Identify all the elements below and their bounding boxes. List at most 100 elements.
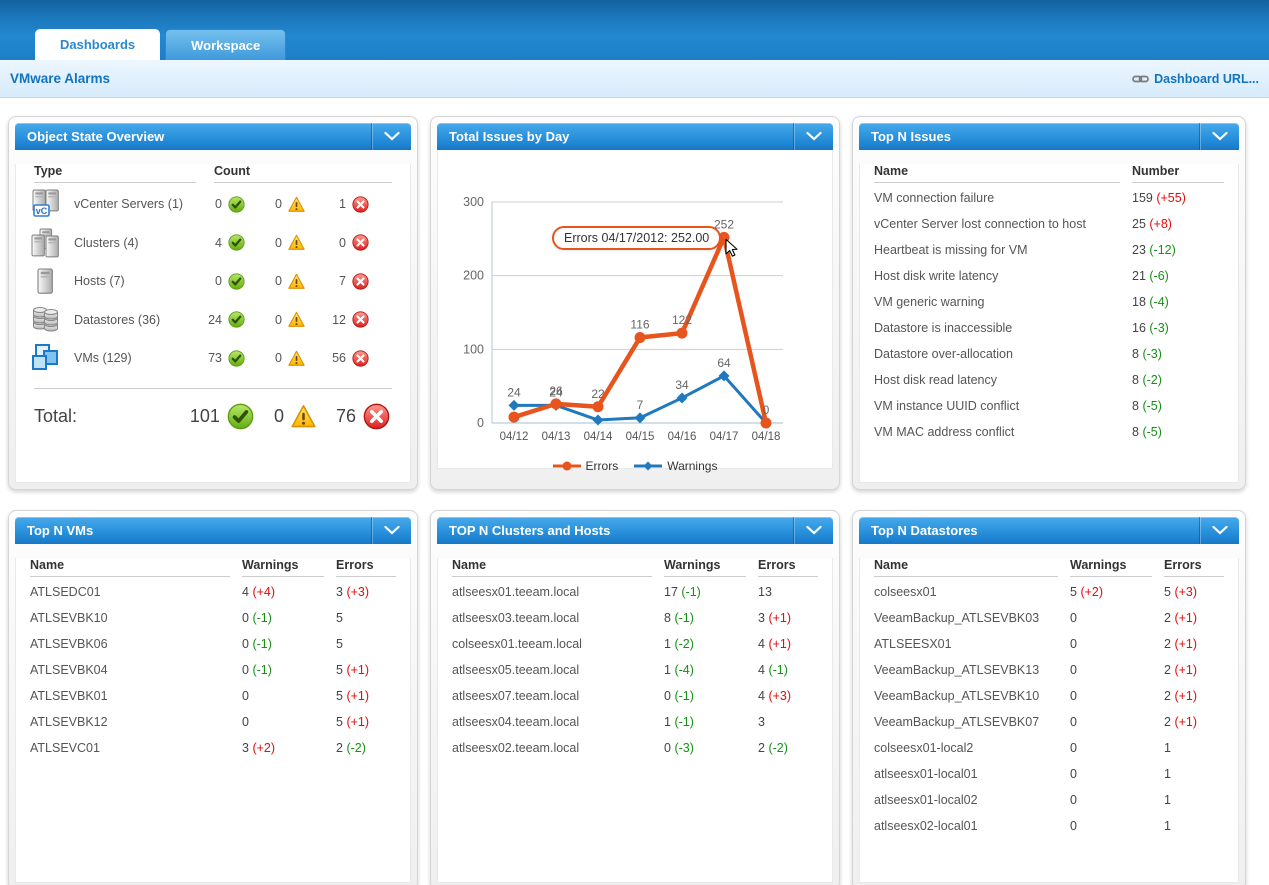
ok-status-icon xyxy=(227,403,254,429)
table-row: ATLSEVBK10 0 (-1) 5 xyxy=(30,605,396,631)
object-name: atlseesx02-local01 xyxy=(874,819,978,833)
column-header-errors: Errors xyxy=(1164,558,1224,577)
issues-chart: 0 100 200 300 04/12 04/13 04/14 04/15 04/16 04/17… xyxy=(452,150,818,473)
table-row: VMs (129) 73 0 56 xyxy=(30,339,396,378)
total-counts: 101 0 76 xyxy=(190,403,390,430)
issue-number: 8 (-5) xyxy=(1132,425,1162,439)
app-header: Dashboards Workspace xyxy=(0,0,1269,60)
column-header-errors: Errors xyxy=(758,558,818,577)
svg-text:300: 300 xyxy=(463,195,484,209)
errors-value: 2 (+1) xyxy=(1164,611,1198,625)
table-row: VeeamBackup_ATLSEVBK03 0 2 (+1) xyxy=(874,605,1224,631)
chevron-down-icon xyxy=(383,132,400,141)
panel-collapse-button[interactable] xyxy=(371,123,411,150)
legend-item-warnings: Warnings xyxy=(634,459,717,473)
svg-text:04/12: 04/12 xyxy=(500,431,529,443)
hosts-icon xyxy=(37,268,53,295)
panel-title: Total Issues by Day xyxy=(449,129,570,144)
panel-collapse-button[interactable] xyxy=(1199,123,1239,150)
warnings-value: 1 (-1) xyxy=(664,715,694,729)
warnings-value: 0 xyxy=(242,715,249,729)
svg-text:0: 0 xyxy=(763,403,770,417)
issue-name: Host disk write latency xyxy=(874,269,999,283)
warning-status-icon xyxy=(288,234,305,251)
warnings-value: 0 (-1) xyxy=(242,663,272,677)
total-label: Total: xyxy=(34,405,78,426)
warnings-value: 0 xyxy=(1070,637,1077,651)
panel-header: Top N Issues xyxy=(859,123,1239,150)
warnings-value: 1 (-2) xyxy=(664,637,694,651)
table-row: Host disk read latency 8 (-2) xyxy=(874,367,1224,393)
table-row: VM connection failure 159 (+55) xyxy=(874,185,1224,211)
table-row: colseesx01-local2 0 1 xyxy=(874,735,1224,761)
panel-title: Top N Issues xyxy=(871,129,951,144)
object-name: atlseesx02.teeam.local xyxy=(452,741,580,755)
panel-collapse-button[interactable] xyxy=(1199,517,1239,544)
line-chart[interactable]: 0 100 200 300 04/12 04/13 04/14 04/15 04/16 04/17… xyxy=(452,150,818,457)
errors-value: 1 xyxy=(1164,819,1171,833)
svg-text:04/14: 04/14 xyxy=(584,431,613,443)
column-header-name: Name xyxy=(452,558,652,577)
table-row: Heartbeat is missing for VM 23 (-12) xyxy=(874,237,1224,263)
svg-text:0: 0 xyxy=(477,416,484,430)
panel-top-n-datastores: Top N Datastores Name Warnings Errors co… xyxy=(852,510,1246,885)
table-head: Name Warnings Errors xyxy=(874,558,1224,577)
table-row: Hosts (7) 0 0 7 xyxy=(30,262,396,301)
vms-icon xyxy=(32,344,58,371)
ok-status-icon xyxy=(228,350,245,367)
panel-title: TOP N Clusters and Hosts xyxy=(449,523,611,538)
chevron-down-icon xyxy=(805,132,822,141)
svg-text:7: 7 xyxy=(637,398,644,412)
warnings-value: 8 (-1) xyxy=(664,611,694,625)
issue-number: 8 (-2) xyxy=(1132,373,1162,387)
svg-text:04/15: 04/15 xyxy=(626,431,655,443)
column-header-count: Count xyxy=(214,164,392,183)
column-header-number: Number xyxy=(1132,164,1224,183)
table-row: ATLSEVBK04 0 (-1) 5 (+1) xyxy=(30,657,396,683)
error-status-icon xyxy=(352,234,369,251)
object-type-label: Clusters (4) xyxy=(74,235,139,250)
panel-total-issues-by-day: Total Issues by Day 0 100 200 300 04/12 04/13… xyxy=(430,116,840,490)
warning-status-icon xyxy=(291,404,316,427)
table-row: ATLSEDC01 4 (+4) 3 (+3) xyxy=(30,579,396,605)
panel-collapse-button[interactable] xyxy=(793,517,833,544)
issue-number: 21 (-6) xyxy=(1132,269,1169,283)
object-name: VeeamBackup_ATLSEVBK13 xyxy=(874,663,1040,677)
errors-value: 2 (-2) xyxy=(758,741,788,755)
object-name: VeeamBackup_ATLSEVBK07 xyxy=(874,715,1040,729)
object-name: ATLSEVBK04 xyxy=(30,663,108,677)
dashboard-url-link[interactable]: Dashboard URL... xyxy=(1132,72,1259,86)
errors-value: 13 xyxy=(758,585,772,599)
issue-number: 8 (-3) xyxy=(1132,347,1162,361)
table-row: ATLSEVBK06 0 (-1) 5 xyxy=(30,631,396,657)
panel-collapse-button[interactable] xyxy=(371,517,411,544)
errors-value: 5 xyxy=(336,637,343,651)
tab-dashboards[interactable]: Dashboards xyxy=(35,29,161,60)
svg-text:34: 34 xyxy=(675,378,689,392)
warning-status-icon xyxy=(288,273,305,289)
svg-text:122: 122 xyxy=(672,313,692,327)
dashboard-grid: Object State Overview Type Count vC vCent… xyxy=(0,98,1269,885)
top-datastores-rows: colseesx01 5 (+2) 5 (+3) VeeamBackup_ATLSEV… xyxy=(874,579,1224,839)
table-row: atlseesx07.teeam.local 0 (-1) 4 (+3) xyxy=(452,683,818,709)
warnings-value: 0 xyxy=(1070,689,1077,703)
chevron-down-icon xyxy=(805,526,822,535)
panel-top-n-issues: Top N Issues Name Number VM connection f… xyxy=(852,116,1246,490)
error-status-icon xyxy=(352,350,369,367)
svg-text:04/17: 04/17 xyxy=(710,431,739,443)
panel-body: Name Number VM connection failure 159 (+5… xyxy=(859,164,1239,483)
issue-name: VM connection failure xyxy=(874,191,995,205)
panel-top-n-clusters-and-hosts: TOP N Clusters and Hosts Name Warnings E… xyxy=(430,510,840,885)
object-name: colseesx01-local2 xyxy=(874,741,974,755)
table-row: ATLSEVBK01 0 5 (+1) xyxy=(30,683,396,709)
warnings-value: 0 xyxy=(1070,611,1077,625)
object-name: atlseesx05.teeam.local xyxy=(452,663,580,677)
object-name: ATLSEDC01 xyxy=(30,585,101,599)
panel-collapse-button[interactable] xyxy=(793,123,833,150)
object-name: ATLSEVBK10 xyxy=(30,611,108,625)
warning-status-icon xyxy=(288,350,305,366)
panel-body: 0 100 200 300 04/12 04/13 04/14 04/15 04/16 04/17… xyxy=(437,150,833,473)
tab-workspace[interactable]: Workspace xyxy=(165,29,287,60)
svg-text:200: 200 xyxy=(463,269,484,283)
issue-name: Datastore is inaccessible xyxy=(874,321,1013,335)
